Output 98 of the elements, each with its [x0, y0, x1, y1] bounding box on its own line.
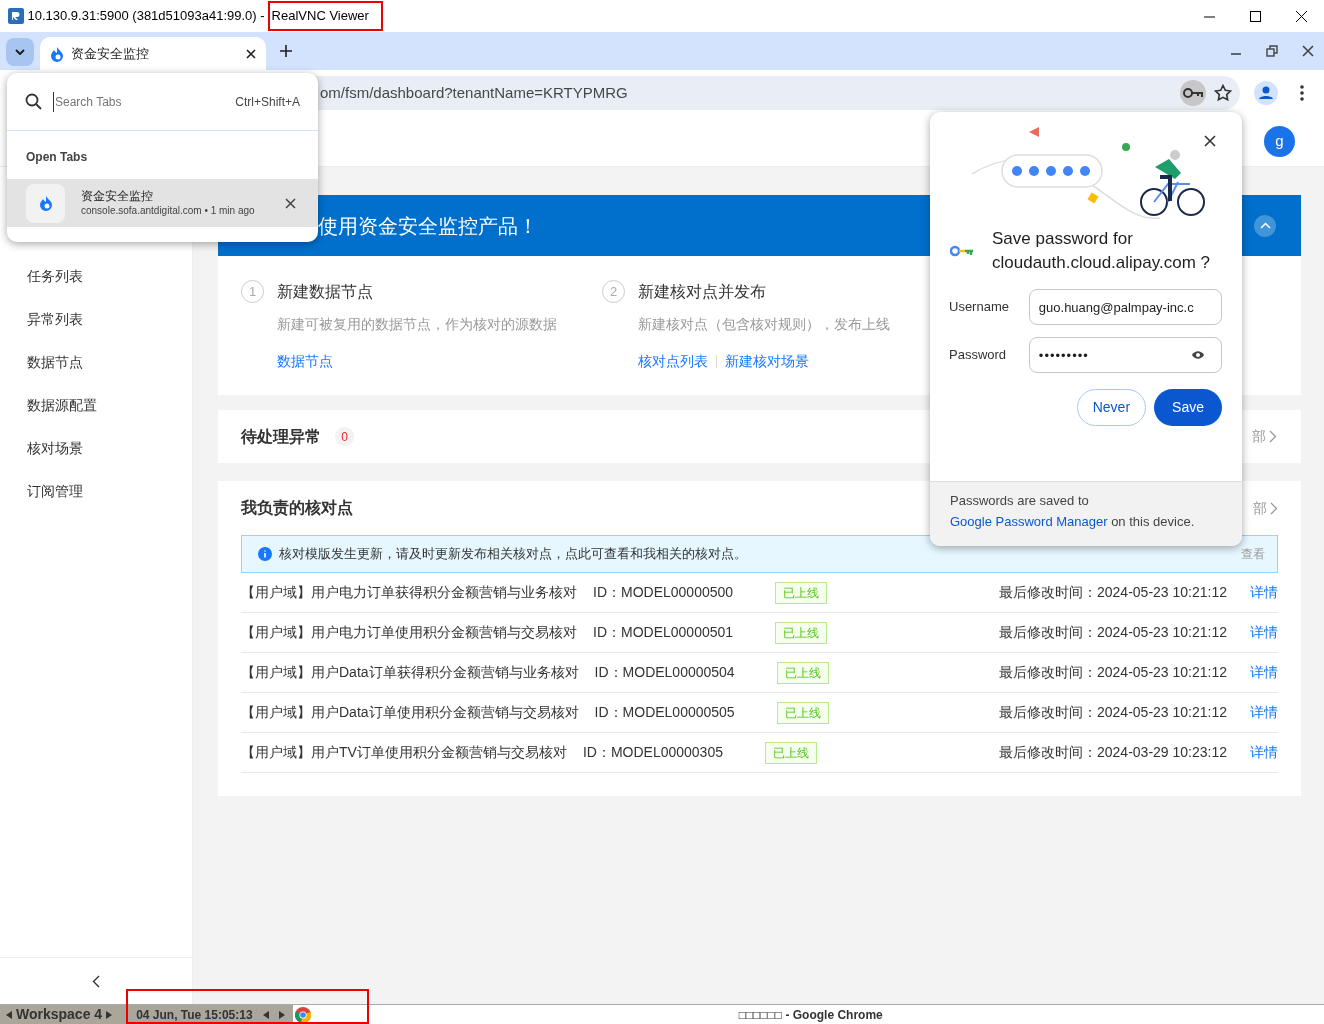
modified-time: 最后修改时间：2024-05-23 10:21:12 — [999, 703, 1227, 722]
model-id: ID：MODEL00000504 — [594, 663, 735, 682]
banner-text: 使用资金安全监控产品！ — [318, 213, 538, 239]
triangle-right-icon[interactable] — [278, 1010, 285, 1019]
user-avatar[interactable]: g — [1264, 125, 1295, 157]
star-icon[interactable] — [1214, 84, 1232, 102]
chevron-right-icon — [1269, 430, 1277, 443]
modified-time: 最后修改时间：2024-03-29 10:23:12 — [999, 743, 1227, 762]
step-title: 新建核对点并发布 — [638, 282, 767, 302]
modified-time: 最后修改时间：2024-05-23 10:21:12 — [999, 583, 1227, 602]
details-link[interactable]: 详情 — [1250, 622, 1278, 643]
close-icon[interactable] — [285, 197, 296, 209]
app-logo-icon — [8, 8, 24, 24]
step-link[interactable]: 新建核对场景 — [725, 351, 809, 372]
browser-tab[interactable]: 资金安全监控 — [40, 37, 266, 70]
triangle-right-icon[interactable] — [106, 1010, 113, 1019]
chevron-up-icon — [1259, 222, 1271, 229]
shortcut-hint: Ctrl+Shift+A — [235, 93, 300, 111]
restore-icon[interactable] — [1266, 45, 1278, 57]
section-title: 待处理异常 — [241, 426, 321, 447]
result-title: 资金安全监控 — [81, 188, 154, 204]
modified-time: 最后修改时间：2024-05-23 10:21:12 — [999, 623, 1227, 642]
details-link[interactable]: 详情 — [1250, 702, 1278, 723]
status-tag: 已上线 — [775, 621, 828, 644]
chevron-down-icon — [15, 49, 25, 55]
sidebar-item[interactable]: 任务列表 — [0, 255, 192, 298]
details-link[interactable]: 详情 — [1250, 742, 1278, 763]
sidebar-item[interactable]: 数据节点 — [0, 341, 192, 384]
password-key-button[interactable] — [1180, 80, 1206, 106]
step-description: 新建可被复用的数据节点，作为核对的源数据 — [277, 315, 557, 334]
model-id: ID：MODEL00000305 — [582, 743, 723, 762]
details-link[interactable]: 详情 — [1250, 662, 1278, 683]
model-id: ID：MODEL00000500 — [593, 583, 734, 602]
status-tag: 已上线 — [775, 581, 828, 604]
chevron-left-icon — [92, 974, 100, 988]
sidebar-item[interactable]: 异常列表 — [0, 298, 192, 341]
chrome-icon[interactable] — [294, 1006, 311, 1023]
flame-icon — [38, 195, 53, 211]
modified-time: 最后修改时间：2024-05-23 10:21:12 — [999, 663, 1227, 682]
password-manager-link[interactable]: Google Password Manager — [950, 514, 1108, 529]
chevron-right-icon — [1270, 501, 1278, 515]
details-link[interactable]: 详情 — [1250, 582, 1278, 603]
dialog-heading: Save password for cloudauth.cloud.alipay.com ? — [992, 228, 1211, 274]
key-icon — [1183, 87, 1203, 99]
sidebar-item[interactable]: 核对场景 — [0, 427, 192, 470]
model-name: 【用户域】用户Data订单获得积分金额营销与业务核对 — [241, 663, 579, 682]
clock-text: 04 Jun, Tue 15:05:13 — [136, 1006, 253, 1024]
section-label: Open Tabs — [25, 149, 89, 166]
eye-icon[interactable] — [1191, 350, 1205, 360]
taskbar-window-title[interactable]: □□□□□□ - Google Chrome — [738, 1005, 883, 1024]
app-name: RealVNC Viewer — [267, 1, 383, 31]
triangle-left-icon[interactable] — [262, 1010, 269, 1019]
triangle-left-icon[interactable] — [6, 1010, 12, 1019]
notice-text: 核对模版发生更新，请及时更新发布相关核对点，点此可查看和我相关的核对点。 — [279, 545, 748, 564]
step-link[interactable]: 数据节点 — [277, 351, 333, 372]
step-link[interactable]: 核对点列表 — [638, 351, 708, 372]
flame-icon — [50, 45, 64, 62]
sidebar-item[interactable]: 订阅管理 — [0, 470, 192, 513]
menu-icon[interactable] — [1300, 85, 1304, 101]
tab-result[interactable]: 资金安全监控 console.sofa.antdigital.com • 1 min ago — [7, 179, 318, 227]
close-icon — [1295, 10, 1307, 22]
close-icon[interactable] — [1204, 135, 1216, 147]
url-text: om/fsm/dashboard?tenantName=KRTYPMRG — [320, 82, 629, 103]
window-title: 10.130.9.31:5900 (381d51093a41:99.0) - — [27, 7, 265, 26]
new-tab-icon[interactable] — [280, 45, 292, 57]
tab-search-button[interactable] — [6, 38, 34, 66]
save-button[interactable]: Save — [1154, 389, 1222, 426]
model-name: 【用户域】用户Data订单使用积分金额营销与交易核对 — [241, 703, 579, 722]
status-tag: 已上线 — [776, 661, 829, 684]
model-id: ID：MODEL00000505 — [594, 703, 735, 722]
step-description: 新建核对点（包含核对规则），发布上线 — [638, 315, 890, 334]
status-tag: 已上线 — [776, 701, 829, 724]
model-name: 【用户域】用户电力订单使用积分金额营销与交易核对 — [241, 623, 577, 642]
close-icon[interactable] — [1302, 45, 1314, 57]
section-title: 我负责的核对点 — [241, 498, 353, 519]
count-badge: 0 — [335, 427, 354, 446]
field-label: Password — [949, 346, 1008, 365]
model-id: ID：MODEL00000501 — [593, 623, 734, 642]
step-title: 新建数据节点 — [277, 282, 374, 302]
sidebar-item[interactable]: 数据源配置 — [0, 384, 192, 427]
username-field[interactable]: guo.huang@palmpay-inc.c — [1028, 289, 1222, 325]
footer-text: Passwords are saved to Google Password Manager on this device. — [950, 492, 1196, 531]
search-icon — [25, 93, 42, 110]
maximize-icon — [1249, 10, 1261, 22]
status-tag: 已上线 — [764, 741, 817, 764]
collapse-toggle[interactable] — [1254, 214, 1276, 237]
field-label: Username — [949, 298, 1010, 317]
info-icon — [258, 547, 272, 561]
model-name: 【用户域】用户电力订单获得积分金额营销与业务核对 — [241, 583, 577, 602]
result-subtitle: console.sofa.antdigital.com • 1 min ago — [81, 203, 256, 218]
key-icon — [950, 245, 974, 257]
model-name: 【用户域】用户TV订单使用积分金额营销与交易核对 — [241, 743, 567, 762]
profile-icon[interactable] — [1254, 81, 1278, 105]
never-button[interactable]: Never — [1076, 389, 1147, 426]
close-icon[interactable] — [246, 48, 256, 59]
tab-title: 资金安全监控 — [71, 44, 150, 63]
password-field[interactable]: ••••••••• — [1028, 337, 1222, 373]
workspace-switcher[interactable]: Workspace 4 — [0, 1004, 119, 1024]
